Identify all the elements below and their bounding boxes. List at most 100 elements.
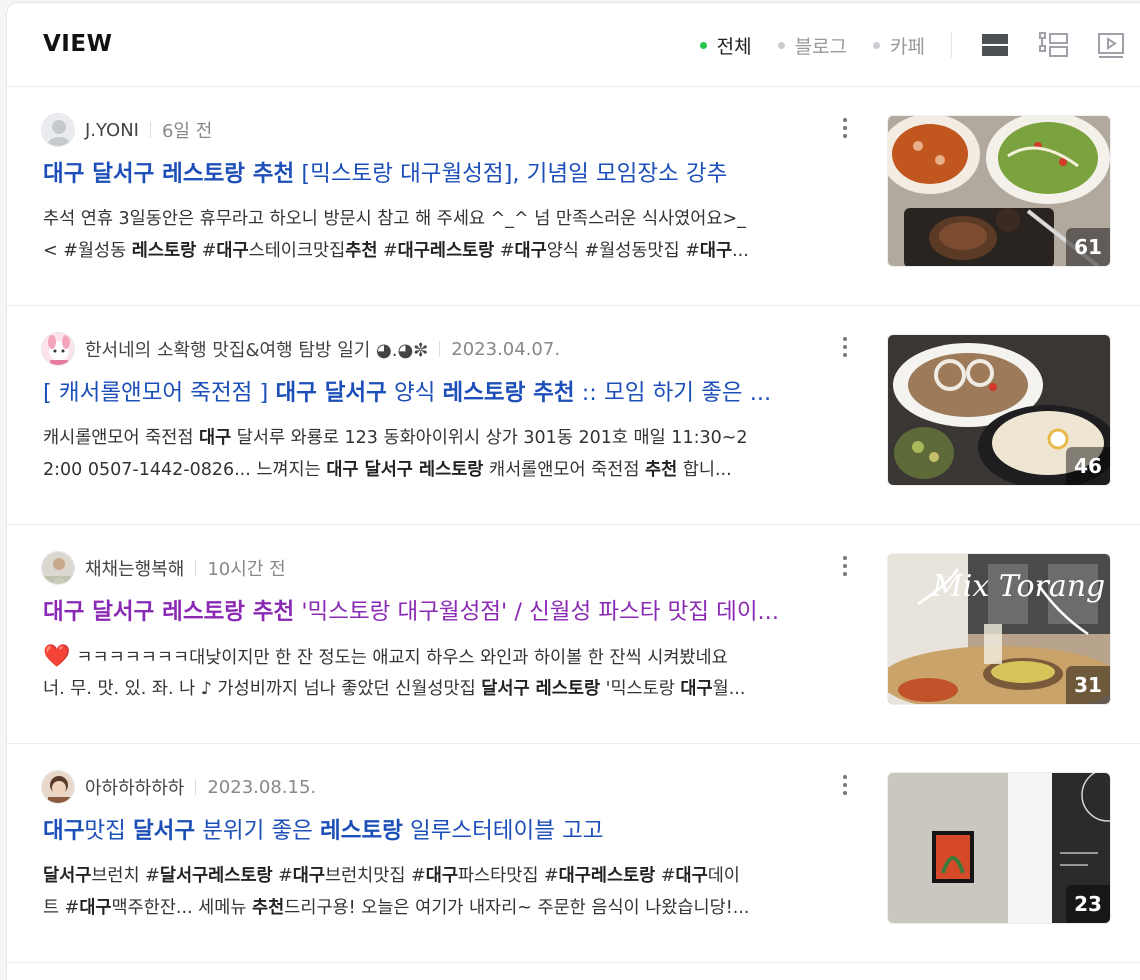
result-item: 채채는행복해 10시간 전 대구 달서구 레스토랑 추천 '믹스토랑 대구월성점…: [7, 525, 1140, 744]
keyword-highlight: 추천: [345, 241, 378, 261]
divider: [195, 560, 197, 576]
filter-label: 카페: [890, 35, 925, 58]
filter-all[interactable]: 전체: [699, 32, 752, 59]
text-run: 파스타맛집 #: [457, 866, 559, 886]
text-run: 캐시롤앤모어 죽전점: [43, 428, 200, 448]
list-view-icon[interactable]: [966, 25, 1024, 65]
result-snippet: 추석 연휴 3일동안은 휴무라고 하오니 방문시 참고 해 주세요 ^_^ 넘 …: [43, 203, 847, 267]
divider: [951, 32, 952, 58]
keyword-highlight: 레스토랑: [131, 241, 197, 261]
dot-icon: [873, 41, 881, 49]
author-info: J.YONI 6일 전: [41, 113, 212, 147]
keyword-highlight: 대구: [43, 818, 85, 844]
keyword-highlight: 대구 달서구 레스토랑 추천: [43, 599, 295, 625]
keyword-highlight: 레스토랑: [320, 818, 403, 844]
text-run: 데이: [707, 866, 740, 886]
text-run: '믹스토랑 대구월성점' / 신월성 파스타 맛집 데이...: [294, 599, 779, 625]
text-run: 추석 연휴 3일동안은 휴무라고 하오니 방문시 참고 해 주세요 ^_^ 넘 …: [43, 209, 746, 229]
thumbnail-overlay-text: Mix Torang: [931, 569, 1105, 604]
text-run: ㅋㅋㅋㅋㅋㅋㅋ대낮이지만 한 잔 정도는 애교지 하우스 와인과 하이볼 한 잔…: [76, 648, 728, 668]
text-run: ...: [732, 241, 749, 261]
result-item: J.YONI 6일 전 대구 달서구 레스토랑 추천 [믹스토랑 대구월성점],…: [7, 87, 1140, 306]
text-run: 캐서롤앤모어 죽전점: [483, 460, 645, 480]
text-run: 합니...: [677, 460, 732, 480]
image-count-badge: 61: [1066, 228, 1110, 266]
video-icon[interactable]: [1082, 25, 1140, 65]
keyword-highlight: 대구: [216, 241, 249, 261]
filter-bar: 전체 블로그 카페: [699, 25, 1140, 65]
filter-label: 전체: [716, 35, 752, 58]
result-title[interactable]: [ 캐서롤앤모어 죽전점 ] 대구 달서구 양식 레스토랑 추천 :: 모임 하…: [43, 376, 847, 410]
view-panel: VIEW 전체 블로그 카페 J.YONI 6일 전 대구 달서구 레스토랑 추…: [6, 2, 1140, 980]
text-run: '믹스토랑: [600, 679, 681, 699]
text-run: #: [655, 866, 676, 886]
filter-cafe[interactable]: 카페: [873, 32, 925, 59]
author-info: 채채는행복해 10시간 전: [41, 551, 286, 585]
more-options-icon[interactable]: [835, 770, 855, 800]
filter-blog[interactable]: 블로그: [777, 32, 848, 59]
keyword-highlight: 달서구: [43, 866, 92, 886]
keyword-highlight: 추천: [645, 460, 678, 480]
avatar[interactable]: [41, 332, 75, 366]
result-snippet: 캐시롤앤모어 죽전점 대구 달서루 와룡로 123 동화아이위시 상가 301동…: [43, 422, 847, 486]
keyword-highlight: 대구레스토랑: [397, 241, 495, 261]
author-info: 한서네의 소확행 맛집&여행 탐방 일기 ◕.◕✼ 2023.04.07.: [41, 332, 560, 366]
author-name[interactable]: 한서네의 소확행 맛집&여행 탐방 일기 ◕.◕✼: [85, 336, 428, 362]
text-run: #: [494, 241, 515, 261]
active-dot-icon: [699, 41, 707, 49]
keyword-highlight: 달서구: [132, 818, 196, 844]
text-run: :: 모임 하기 좋은 ...: [574, 380, 772, 406]
author-name[interactable]: 아하하하하하: [85, 774, 184, 800]
result-item: 한서네의 소확행 맛집&여행 탐방 일기 ◕.◕✼ 2023.04.07. [ …: [7, 306, 1140, 525]
keyword-highlight: 대구: [675, 866, 708, 886]
keyword-highlight: 대구: [199, 428, 232, 448]
result-snippet: 달서구브런치 #달서구레스토랑 #대구브런치맛집 #대구파스타맛집 #대구레스토…: [43, 860, 847, 924]
thumbnail-list-icon[interactable]: [1024, 25, 1082, 65]
text-run: 트 #: [43, 898, 80, 918]
keyword-highlight: 달서구 레스토랑: [481, 679, 601, 699]
text-run: 너. 무. 맛. 있. 좌. 나 ♪ 가성비까지 넘나 좋았던 신월성맛집: [43, 679, 482, 699]
text-run: #: [377, 241, 398, 261]
author-name[interactable]: J.YONI: [85, 120, 139, 141]
snippet-line: ❤️ ㅋㅋㅋㅋㅋㅋㅋ대낮이지만 한 잔 정도는 애교지 하우스 와인과 하이볼 한…: [43, 641, 847, 673]
keyword-highlight: 대구 달서구 레스토랑: [326, 460, 484, 480]
result-thumbnail[interactable]: Mix Torang 31: [887, 553, 1111, 705]
text-run: < #월성동: [43, 241, 132, 261]
text-run: 양식: [386, 380, 443, 406]
text-run: #: [196, 241, 217, 261]
snippet-line: 추석 연휴 3일동안은 휴무라고 하오니 방문시 참고 해 주세요 ^_^ 넘 …: [43, 203, 847, 235]
text-run: 분위기 좋은: [195, 818, 321, 844]
text-run: 맥주한잔... 세메뉴: [111, 898, 253, 918]
snippet-line: 2:00 0507-1442-0826... 느껴지는 대구 달서구 레스토랑 …: [43, 454, 847, 486]
result-thumbnail[interactable]: 46: [887, 334, 1111, 486]
result-thumbnail[interactable]: 61: [887, 115, 1111, 267]
more-options-icon[interactable]: [835, 332, 855, 362]
result-title[interactable]: 대구 달서구 레스토랑 추천 '믹스토랑 대구월성점' / 신월성 파스타 맛집…: [43, 595, 847, 629]
avatar[interactable]: [41, 551, 75, 585]
snippet-line: 달서구브런치 #달서구레스토랑 #대구브런치맛집 #대구파스타맛집 #대구레스토…: [43, 860, 847, 892]
text-run: 일루스터테이블 고고: [402, 818, 604, 844]
author-name[interactable]: 채채는행복해: [85, 555, 184, 581]
avatar[interactable]: [41, 770, 75, 804]
post-date: 2023.08.15.: [207, 776, 317, 798]
divider: [439, 341, 441, 357]
result-thumbnail[interactable]: 23: [887, 772, 1111, 924]
result-title[interactable]: 대구맛집 달서구 분위기 좋은 레스토랑 일루스터테이블 고고: [43, 814, 847, 848]
text-run: 맛집: [84, 818, 133, 844]
snippet-line: 트 #대구맥주한잔... 세메뉴 추천드리구용! 오늘은 여기가 내자리~ 주문…: [43, 892, 847, 924]
snippet-line: 너. 무. 맛. 있. 좌. 나 ♪ 가성비까지 넘나 좋았던 신월성맛집 달서…: [43, 673, 847, 705]
text-run: 달서루 와룡로 123 동화아이위시 상가 301동 201호 매일 11:30…: [231, 428, 748, 448]
keyword-highlight: 대구: [699, 241, 733, 261]
view-header: VIEW 전체 블로그 카페: [7, 3, 1140, 87]
more-options-icon[interactable]: [835, 113, 855, 143]
keyword-highlight: 레스토랑 추천: [442, 380, 575, 406]
snippet-line: < #월성동 레스토랑 #대구스테이크맛집추천 #대구레스토랑 #대구양식 #월…: [43, 235, 847, 267]
avatar[interactable]: [41, 113, 75, 147]
text-run: 브런치맛집 #: [324, 866, 426, 886]
result-title[interactable]: 대구 달서구 레스토랑 추천 [믹스토랑 대구월성점], 기념일 모임장소 강추: [43, 157, 847, 191]
post-date: 10시간 전: [207, 559, 286, 580]
keyword-highlight: 대구: [680, 679, 713, 699]
filter-label: 블로그: [794, 35, 848, 58]
more-options-icon[interactable]: [835, 551, 855, 581]
keyword-highlight: 대구: [425, 866, 458, 886]
